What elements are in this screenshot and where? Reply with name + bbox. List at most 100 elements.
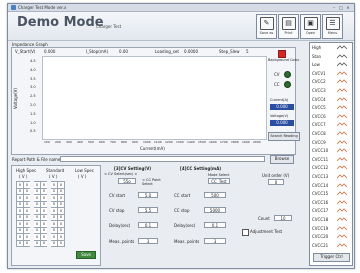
v-start-value: 0.000 [44,49,56,54]
waveform-icon [337,183,347,187]
curve-list-item[interactable]: CVCC17 [312,207,348,214]
x-tick-label: 1100 [154,140,162,144]
limit-cell[interactable]: 0 [16,239,24,247]
curve-list-item[interactable]: CVCC20 [312,233,348,240]
cc-meas-points-label: Meas. points [174,239,200,244]
adjustment-test-checkbox[interactable] [242,229,249,236]
waveform-icon [337,165,347,170]
background-color-label: Background Color [268,58,300,62]
cv-select-field[interactable] [118,178,136,184]
cc-delay-field[interactable] [204,222,226,228]
cc-start-field[interactable] [204,192,226,198]
curve-list-item[interactable]: CVCC7 [312,121,348,128]
curve-list-item[interactable]: CVCC6 [312,113,348,120]
x-tick-label: 700 [110,140,116,144]
curve-list-label: CVCC13 [312,174,329,179]
curve-list-item[interactable]: CVCC15 [312,190,348,197]
curve-list-label: CVCC8 [312,131,326,136]
curve-list-item[interactable]: High [312,44,348,51]
curve-list-label: CVCC4 [312,96,326,102]
close-icon[interactable]: × [345,5,351,10]
maximize-icon[interactable]: □ [338,5,344,10]
curve-list-item[interactable]: CVCC14 [312,182,348,189]
search-reading-button[interactable]: Search Reading [268,132,300,141]
cv-delay-field[interactable] [138,222,158,228]
limit-cell[interactable]: 0 [57,239,65,247]
mode-select-label: Mode Select [208,173,230,177]
x-tick-label: 1300 [176,140,184,144]
waveform-icon [337,191,347,196]
curve-list-item[interactable]: CVCC18 [312,216,348,223]
cc-stop-field[interactable] [204,207,226,213]
report-path-input[interactable] [60,156,265,162]
cv-start-field[interactable] [138,192,158,198]
curve-list-item[interactable]: CVCC8 [312,130,348,137]
background-color-swatch[interactable] [278,50,286,58]
minimize-icon[interactable]: – [331,5,337,10]
mode-select-field[interactable] [208,178,230,184]
cv-indicator [284,71,291,78]
print-button[interactable]: ▤ Print [278,14,299,39]
x-tick-label: 800 [121,140,127,144]
curve-list-item[interactable]: CVCC12 [312,164,348,171]
trigger-ctrl-button[interactable]: Trigger Ctrl [313,253,350,262]
curve-list-item[interactable]: CVCC2 [312,78,348,85]
curve-list-item[interactable]: Low [312,61,348,68]
limit-cell[interactable]: 0 [40,239,51,247]
unit-order-field[interactable] [268,179,284,185]
waveform-icon [337,97,347,101]
y-axis-label: Voltage(V) [12,88,18,109]
print-icon: ▤ [281,17,296,30]
v-start-label: V_Start(V) [15,49,36,54]
cv-select-label: < CV Select(sec) > [104,172,138,176]
standard-unit: ( V ) [49,174,58,179]
y-tick-label: 1.5 [30,111,36,116]
curve-list-item[interactable]: CVCC10 [312,147,348,154]
y-tick-label: 1.0 [30,120,36,125]
limit-cell[interactable]: 0 [48,239,58,247]
curve-list-item[interactable]: CVCC5 [312,104,348,111]
curve-list-item[interactable]: CVCC21 [312,242,348,249]
curve-list-label: CVCC3 [312,88,326,93]
curve-list-item[interactable]: Stan [312,53,348,60]
count-panel: Unit order (V) Count Adjustment Test [240,165,306,264]
waveform-icon [337,157,347,162]
save-limits-button[interactable]: Save [76,251,96,259]
cc-setting-panel: [4]CC Setting(mA) Mode Select CC start C… [168,165,236,264]
low-spec-unit: ( V ) [78,174,87,179]
limit-cell[interactable]: 0 [31,239,41,247]
save-as-button[interactable]: ✎ Save as [256,14,277,39]
count-field[interactable] [274,215,292,221]
cc-meas-points-field[interactable] [204,238,226,244]
i-stop-label: I_Stop(mA) [86,49,109,54]
standard-header: Standard [46,168,65,173]
voltage-label: Voltage(V) [270,114,289,118]
save-icon: ✎ [259,17,274,30]
high-spec-unit: ( V ) [19,174,28,179]
x-tick-label: 900 [132,140,138,144]
cv-stop-field[interactable] [138,207,158,213]
curve-list-item[interactable]: CVCC9 [312,139,348,146]
curve-list-item[interactable]: CVCC13 [312,173,348,180]
curve-list-item[interactable]: CVCC16 [312,199,348,206]
high-spec-header: High Spec [16,168,37,173]
browse-button[interactable]: Browse [270,155,294,164]
curve-list-item[interactable]: CVCV1 [312,70,348,77]
curve-list-label: CVCC20 [312,234,329,240]
curve-list-item[interactable]: CVCC3 [312,87,348,94]
cc-point-select-label: < CC Point Select [142,178,161,186]
cv-label: CV [274,72,280,77]
curve-list-item[interactable]: CVCC19 [312,225,348,232]
limit-cell[interactable]: 0 [23,239,34,247]
menu-button[interactable]: ☰ Menu [322,14,343,39]
curve-list-label: Stan [312,53,322,59]
curve-list-item[interactable]: CVCC4 [312,96,348,103]
cv-stop-label: CV stop [109,208,125,213]
waveform-icon [337,62,347,67]
curve-list-item[interactable]: CVCC11 [312,156,348,163]
curve-list-label: CVCC19 [312,225,329,231]
cv-meas-points-field[interactable] [138,238,158,244]
open-button[interactable]: ▣ Open [300,14,321,39]
y-tick-label: 4.5 [30,59,36,63]
main-window: Charger Test Mode ver.x – □ × Demo Mode … [7,3,355,269]
